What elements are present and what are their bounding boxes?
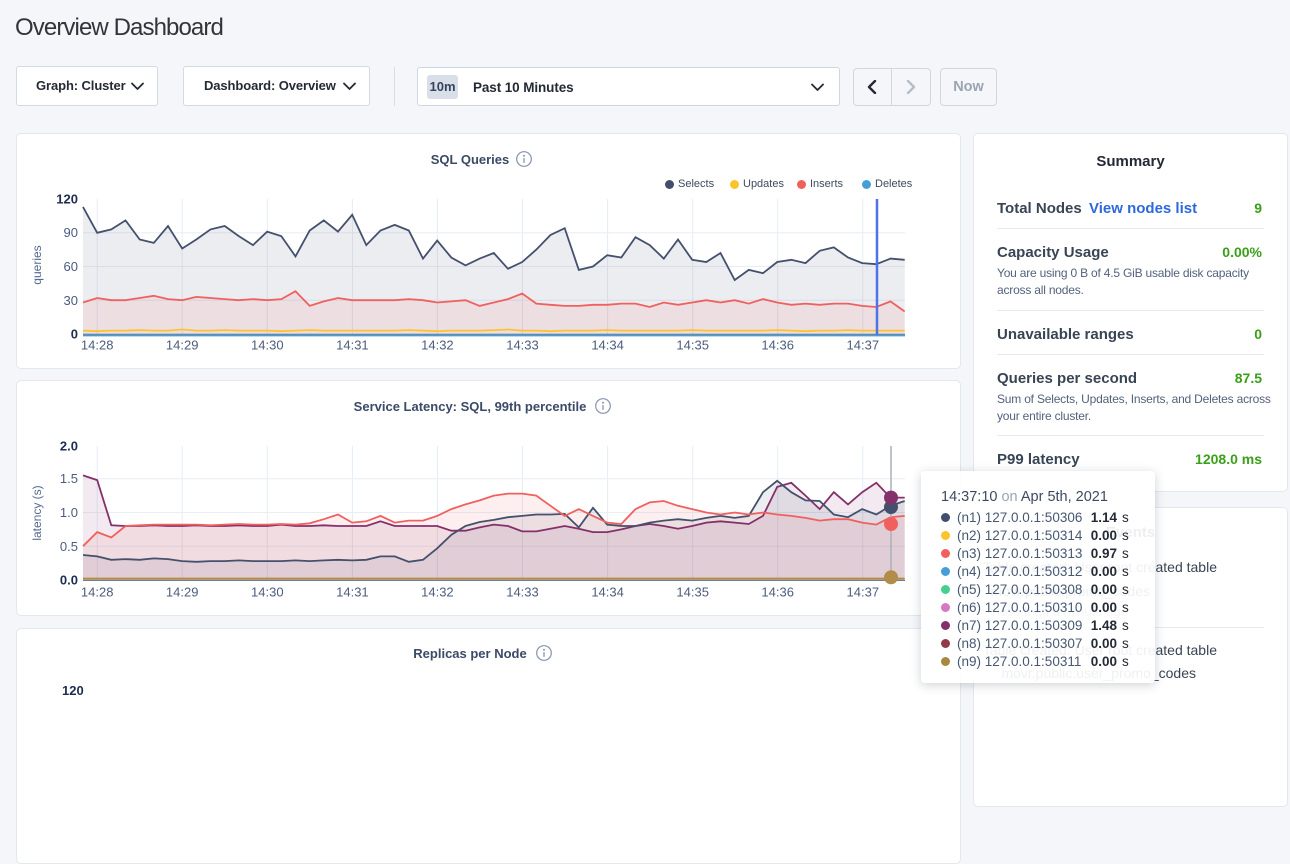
svg-text:60: 60 [64,259,78,274]
svg-text:14:28: 14:28 [81,338,114,353]
svg-text:14:29: 14:29 [166,585,199,600]
svg-text:latency (s): latency (s) [30,485,44,540]
svg-text:14:33: 14:33 [506,338,539,353]
svg-text:14:36: 14:36 [761,585,794,600]
svg-text:14:35: 14:35 [676,585,709,600]
svg-text:14:35: 14:35 [676,338,709,353]
svg-text:30: 30 [64,293,78,308]
svg-text:14:31: 14:31 [336,585,369,600]
svg-text:2.0: 2.0 [60,439,78,454]
svg-text:120: 120 [56,192,78,207]
svg-text:14:29: 14:29 [166,338,199,353]
svg-text:14:32: 14:32 [421,338,454,353]
svg-text:queries: queries [30,245,44,284]
svg-text:14:31: 14:31 [336,338,369,353]
svg-text:14:30: 14:30 [251,338,284,353]
svg-text:1.5: 1.5 [60,471,78,486]
svg-text:14:30: 14:30 [251,585,284,600]
svg-text:14:37: 14:37 [847,338,880,353]
svg-text:14:37: 14:37 [847,585,880,600]
svg-text:0.0: 0.0 [60,573,78,588]
svg-text:14:32: 14:32 [421,585,454,600]
svg-text:14:34: 14:34 [591,585,624,600]
svg-text:14:34: 14:34 [591,338,624,353]
svg-text:1.0: 1.0 [60,505,78,520]
svg-text:90: 90 [64,225,78,240]
svg-text:14:36: 14:36 [761,338,794,353]
svg-text:14:33: 14:33 [506,585,539,600]
svg-text:0: 0 [71,327,78,342]
svg-text:14:28: 14:28 [81,585,114,600]
svg-text:0.5: 0.5 [60,539,78,554]
